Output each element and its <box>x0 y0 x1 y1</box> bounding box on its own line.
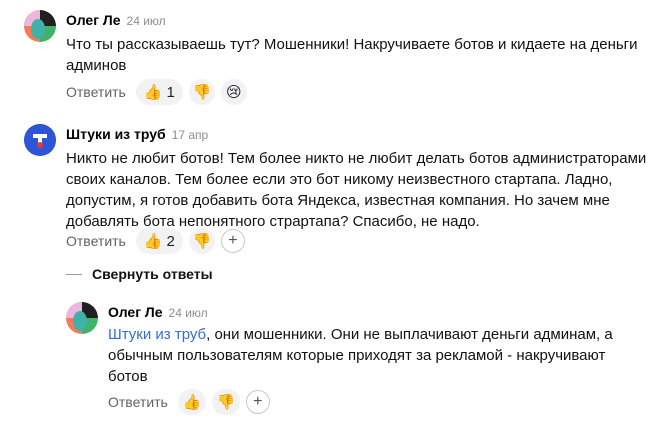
comment-date: 24 июл <box>126 14 166 28</box>
dislike-button[interactable]: 👎 <box>211 389 240 415</box>
add-reaction-icon: + <box>253 393 263 410</box>
comment-actions: Ответить 👍 2 👎 + <box>66 228 245 254</box>
avatar-logo-icon <box>24 124 56 156</box>
collapse-dash <box>66 273 82 275</box>
reply-button[interactable]: Ответить <box>108 394 168 410</box>
avatar[interactable] <box>24 10 56 42</box>
thumbs-up-icon: 👍 <box>143 232 163 250</box>
like-button[interactable]: 👍 2 <box>135 228 183 254</box>
crying-face-icon: 😢 <box>226 83 242 101</box>
comment-actions: Ответить 👍 1 👎 😢 <box>66 79 253 105</box>
comment-text: Никто не любит ботов! Тем более никто не… <box>66 150 647 230</box>
comment-author[interactable]: Олег Ле 24 июл <box>66 12 166 28</box>
like-count: 2 <box>166 232 175 250</box>
add-reaction-button[interactable]: + <box>245 390 270 414</box>
avatar-image <box>66 302 98 334</box>
author-name[interactable]: Олег Ле <box>108 304 163 320</box>
comment-text: Штуки из труб, они мошенники. Они не вып… <box>108 324 613 387</box>
like-count: 1 <box>166 83 175 101</box>
add-reaction-button[interactable]: + <box>220 229 245 253</box>
thumbs-down-icon: 👎 <box>192 232 212 250</box>
add-reaction-icon: + <box>228 232 238 249</box>
comment-text: Что ты рассказываешь тут? Мошенники! Нак… <box>66 36 638 74</box>
author-name[interactable]: Олег Ле <box>66 12 121 28</box>
reply-button[interactable]: Ответить <box>66 84 126 100</box>
thumbs-down-icon: 👎 <box>216 393 236 411</box>
avatar[interactable] <box>66 302 98 334</box>
author-name[interactable]: Штуки из труб <box>66 126 166 142</box>
comment-date: 17 апр <box>171 128 209 142</box>
thumbs-up-icon: 👍 <box>143 83 163 101</box>
like-button[interactable]: 👍 <box>177 389 206 415</box>
comment-actions: Ответить 👍 👎 + <box>108 389 270 415</box>
avatar-image <box>24 10 56 42</box>
collapse-replies-button[interactable]: Свернуть ответы <box>66 266 213 282</box>
comment-author[interactable]: Олег Ле 24 июл <box>108 304 208 320</box>
like-button[interactable]: 👍 1 <box>135 79 183 105</box>
thumbs-up-icon: 👍 <box>182 393 202 411</box>
thumbs-down-icon: 👎 <box>192 83 212 101</box>
comment-author[interactable]: Штуки из труб 17 апр <box>66 126 208 142</box>
reply-button[interactable]: Ответить <box>66 233 126 249</box>
dislike-button[interactable]: 👎 <box>188 228 215 254</box>
dislike-button[interactable]: 👎 <box>188 79 215 105</box>
avatar[interactable] <box>24 124 56 156</box>
crying-reaction-button[interactable]: 😢 <box>220 79 247 105</box>
collapse-label: Свернуть ответы <box>92 266 213 282</box>
comment-date: 24 июл <box>168 306 208 320</box>
mention-link[interactable]: Штуки из труб <box>108 326 206 343</box>
